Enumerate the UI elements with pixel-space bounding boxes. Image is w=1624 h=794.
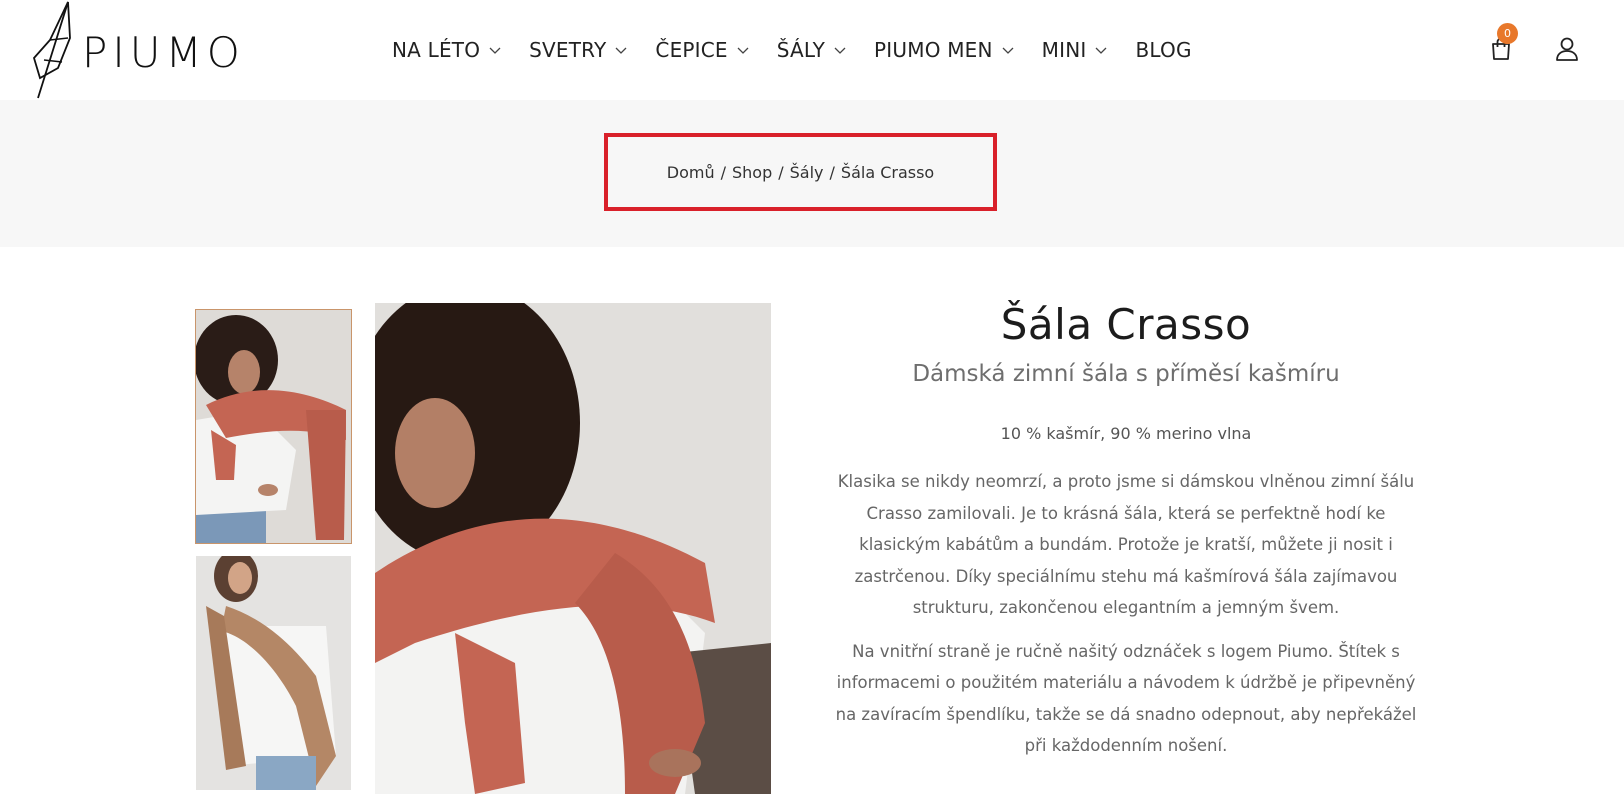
- nav-item-blog[interactable]: BLOG: [1135, 38, 1191, 62]
- logo[interactable]: PIUMO: [28, 0, 245, 100]
- main-nav: NA LÉTO SVETRY ČEPICE ŠÁLY PIUMO MEN MIN…: [392, 30, 1192, 70]
- main-product-image[interactable]: [375, 303, 771, 794]
- product-photo-image: [375, 303, 771, 794]
- breadcrumb-current: Šála Crasso: [840, 162, 935, 182]
- chevron-down-icon: [489, 47, 501, 54]
- breadcrumb-separator: /: [720, 162, 726, 182]
- nav-item-label: ŠÁLY: [776, 38, 826, 62]
- nav-item-svetry[interactable]: SVETRY: [529, 38, 627, 62]
- feather-logo-icon: [32, 1, 71, 99]
- product-photo-image: [196, 556, 351, 790]
- product-photo-image: [196, 310, 351, 543]
- product-composition: 10 % kašmír, 90 % merino vlna: [1000, 424, 1252, 443]
- gallery-thumbnail-2[interactable]: [196, 556, 351, 790]
- product-description-paragraph: Klasika se nikdy neomrzí, a proto jsme s…: [837, 472, 1415, 617]
- gallery-thumbnail-1[interactable]: [195, 309, 352, 544]
- nav-item-label: MINI: [1041, 38, 1087, 62]
- nav-item-label: SVETRY: [529, 38, 607, 62]
- nav-item-saly[interactable]: ŠÁLY: [777, 38, 846, 62]
- chevron-down-icon: [1096, 47, 1107, 54]
- product-description-paragraph: Na vnitřní straně je ručně našitý odznáč…: [835, 641, 1417, 756]
- breadcrumb-link-shop[interactable]: Shop: [732, 163, 772, 182]
- brand-name: PIUMO: [82, 27, 245, 77]
- nav-item-label: NA LÉTO: [392, 38, 481, 62]
- nav-item-piumo-men[interactable]: PIUMO MEN: [874, 38, 1014, 62]
- breadcrumb-separator: /: [778, 162, 784, 182]
- product-info: Šála Crasso Dámská zimní šála s příměsí …: [820, 296, 1432, 762]
- breadcrumb-link-home[interactable]: Domů: [667, 163, 715, 182]
- product-title: Šála Crasso: [1000, 300, 1252, 349]
- chevron-down-icon: [1002, 47, 1014, 54]
- user-icon[interactable]: [1554, 35, 1580, 63]
- breadcrumb: Domů / Shop / Šály / Šála Crasso: [604, 133, 997, 211]
- breadcrumb-separator: /: [829, 162, 835, 182]
- nav-item-label: PIUMO MEN: [874, 38, 993, 62]
- chevron-down-icon: [615, 47, 627, 54]
- product-subtitle: Dámská zimní šála s příměsí kašmíru: [912, 361, 1340, 387]
- breadcrumb-link-saly[interactable]: Šály: [790, 163, 824, 182]
- chevron-down-icon: [737, 47, 749, 54]
- nav-item-na-leto[interactable]: NA LÉTO: [392, 38, 501, 62]
- chevron-down-icon: [834, 47, 846, 54]
- cart-count-badge: 0: [1497, 23, 1518, 44]
- nav-item-label: BLOG: [1135, 38, 1192, 62]
- nav-item-label: ČEPICE: [655, 38, 728, 62]
- nav-item-cepice[interactable]: ČEPICE: [655, 38, 749, 62]
- nav-item-mini[interactable]: MINI: [1042, 38, 1108, 62]
- site-header: PIUMO NA LÉTO SVETRY ČEPICE ŠÁLY PIUMO M…: [0, 0, 1624, 100]
